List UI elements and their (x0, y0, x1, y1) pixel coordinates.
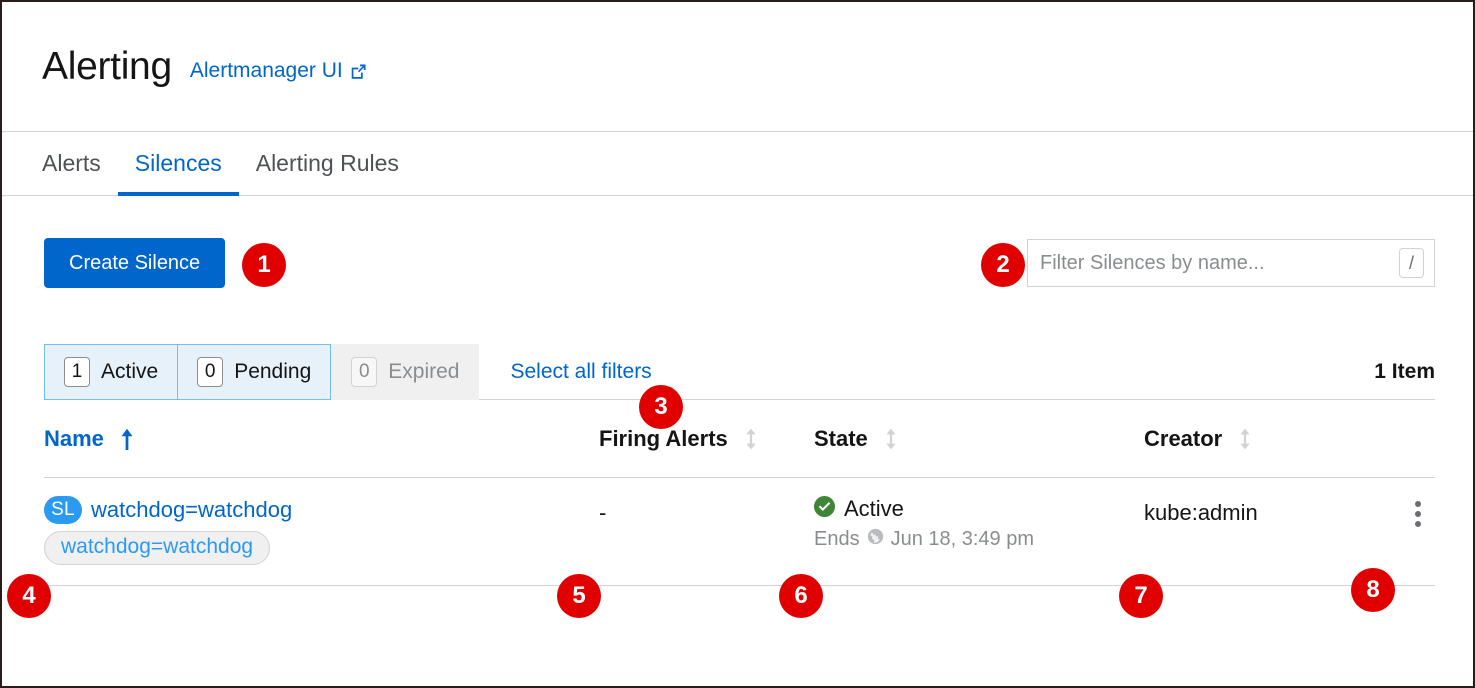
column-header-name[interactable]: Name (44, 426, 599, 452)
create-silence-button[interactable]: Create Silence (44, 238, 226, 288)
state-value: Active (844, 496, 904, 521)
column-header-state[interactable]: State (814, 426, 1144, 452)
toolbar: Create Silence / (2, 196, 1473, 288)
external-link-icon (350, 62, 367, 79)
filter-toggle-expired[interactable]: 0 Expired (331, 343, 480, 400)
globe-icon (867, 528, 884, 551)
silences-table: Name Firing Alerts State Creator SL watc… (44, 400, 1435, 586)
annotation-badge-2: 2 (981, 243, 1025, 287)
tab-silences[interactable]: Silences (117, 132, 239, 196)
kebab-dot (1415, 511, 1421, 517)
toolbar-left: Create Silence (44, 238, 226, 288)
state-cell: Active Ends Jun 18, 3:49 pm (814, 496, 1144, 551)
filter-toggle-expired-count: 0 (351, 356, 378, 387)
filter-toggle-pending-count: 0 (197, 356, 224, 387)
column-header-name-label: Name (44, 425, 104, 451)
annotation-badge-4: 4 (7, 574, 51, 618)
kebab-dot (1415, 501, 1421, 507)
filter-toggle-pending[interactable]: 0 Pending (178, 343, 332, 400)
ends-time: Jun 18, 3:49 pm (890, 528, 1035, 550)
tab-bar: Alerts Silences Alerting Rules (2, 132, 1473, 196)
column-header-firing-alerts-label: Firing Alerts (599, 425, 728, 451)
silence-resource-badge: SL (44, 496, 82, 524)
silence-label-chip[interactable]: watchdog=watchdog (44, 531, 271, 565)
silence-name-cell: SL watchdog=watchdog watchdog=watchdog (44, 496, 599, 565)
silence-name-line: SL watchdog=watchdog (44, 496, 599, 524)
sort-both-icon (744, 428, 758, 450)
check-circle-icon (814, 496, 835, 522)
sort-both-icon (884, 428, 898, 450)
ends-line: Ends Jun 18, 3:49 pm (814, 528, 1144, 551)
alerting-page: Alerting Alertmanager UI Alerts Silences… (0, 0, 1475, 688)
creator-value: kube:admin (1144, 500, 1258, 525)
annotation-badge-8: 8 (1351, 568, 1395, 612)
filter-toolbar: 1 Active 0 Pending 0 Expired Select all … (44, 343, 1435, 400)
filter-toggle-active-count: 1 (64, 356, 90, 387)
item-count-label: 1 Item (1374, 359, 1435, 383)
sort-both-icon (1238, 428, 1252, 450)
annotation-badge-7: 7 (1119, 574, 1163, 618)
tab-alerts-label: Alerts (42, 150, 101, 176)
search-input[interactable] (1028, 240, 1434, 286)
column-header-creator-label: Creator (1144, 425, 1223, 451)
slash-shortcut-key: / (1399, 248, 1424, 278)
ends-label: Ends (814, 528, 860, 550)
sort-asc-icon (120, 428, 134, 450)
tab-alerts[interactable]: Alerts (42, 132, 118, 195)
alertmanager-ui-link-label: Alertmanager UI (189, 58, 343, 82)
annotation-badge-1: 1 (242, 243, 286, 287)
page-title: Alerting (42, 45, 172, 88)
column-header-state-label: State (814, 425, 868, 451)
filter-toggle-active[interactable]: 1 Active (44, 343, 179, 400)
annotation-badge-3: 3 (639, 385, 683, 429)
page-header: Alerting Alertmanager UI (2, 2, 1473, 132)
toolbar-right: / (1027, 239, 1435, 287)
filter-silences-field[interactable]: / (1027, 239, 1435, 287)
tab-alerting-rules[interactable]: Alerting Rules (239, 132, 416, 195)
column-header-creator[interactable]: Creator (1144, 426, 1384, 452)
alertmanager-ui-link[interactable]: Alertmanager UI (190, 59, 367, 83)
table-header-row: Name Firing Alerts State Creator (44, 400, 1435, 478)
select-all-filters-link[interactable]: Select all filters (510, 360, 651, 384)
filter-toggle-active-label: Active (101, 359, 159, 383)
annotation-badge-5: 5 (557, 574, 601, 618)
kebab-dot (1415, 521, 1421, 527)
annotation-badge-6: 6 (779, 574, 823, 618)
kebab-menu-icon[interactable] (1401, 496, 1435, 532)
state-line: Active (814, 496, 1144, 522)
state-filter-group: 1 Active 0 Pending 0 Expired (44, 343, 480, 400)
tab-alerting-rules-label: Alerting Rules (255, 150, 399, 176)
column-header-firing-alerts[interactable]: Firing Alerts (599, 426, 814, 452)
table-row[interactable]: SL watchdog=watchdog watchdog=watchdog - (44, 478, 1435, 586)
firing-alerts-value: - (599, 500, 607, 525)
filter-toggle-pending-label: Pending (234, 359, 312, 383)
tab-silences-label: Silences (134, 150, 222, 176)
silence-name-link[interactable]: watchdog=watchdog (91, 497, 292, 523)
filter-toggle-expired-label: Expired (388, 359, 460, 383)
